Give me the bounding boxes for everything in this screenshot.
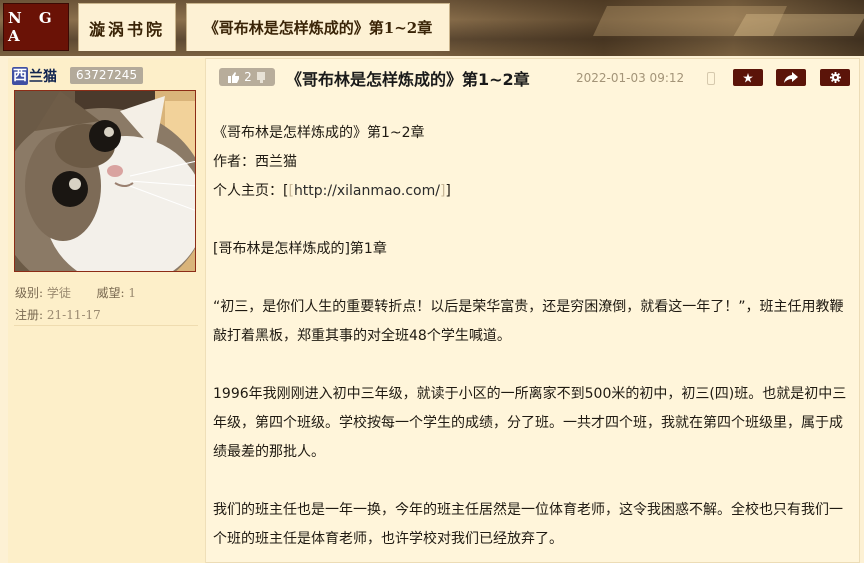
content-homepage-line: 个人主页：[[http://xilanmao.com/]] [213,183,451,199]
cat-avatar-image [15,91,195,271]
prestige-label: 威望: [96,286,125,300]
author-name[interactable]: 西 兰猫 [12,67,57,85]
prestige-value: 1 [128,286,137,300]
share-button[interactable] [776,69,806,86]
paragraph-3: 我们的班主任也是一年一换，今年的班主任居然是一位体育老师，这令我困惑不解。全校也… [213,502,843,547]
breadcrumb-forum[interactable]: 漩涡书院 [78,3,176,51]
nga-logo[interactable]: N G A [3,3,69,51]
like-count: 2 [244,70,252,84]
thumbs-up-icon[interactable] [228,71,240,83]
sidebar-divider [14,325,198,326]
breadcrumb-thread[interactable]: 《哥布林是怎样炼成的》第1~2章 [186,3,450,51]
thumbs-down-icon[interactable] [256,71,266,83]
registered-value: 21-11-17 [46,308,101,322]
vote-pill[interactable]: 2 [219,68,275,86]
author-uid-badge[interactable]: 63727245 [70,67,144,84]
registered-label: 注册: [15,308,44,322]
author-registered: 注册: 21-11-17 [15,306,101,323]
content-title-line: 《哥布林是怎样炼成的》第1~2章 [213,125,425,141]
settings-button[interactable] [820,69,850,86]
avatar[interactable] [14,90,196,272]
homepage-prefix: 个人主页：[ [213,183,289,199]
paragraph-2: 1996年我刚刚进入初中三年级，就读于小区的一所离家不到500米的初中，初三(四… [213,386,847,460]
gear-icon [829,72,841,83]
favorite-button[interactable] [733,69,763,86]
paragraph-1: “初三，是你们人生的重要转折点！以后是荣华富贵，还是穷困潦倒，就看这一年了！”，… [213,299,844,344]
content-author-line: 作者：西兰猫 [213,154,297,170]
star-icon [743,72,753,82]
homepage-suffix: ] [445,183,451,199]
level-value: 学徒 [46,286,71,300]
homepage-link[interactable]: http://xilanmao.com/ [294,183,440,199]
post-timestamp: 2022-01-03 09:12 [576,71,685,85]
mobile-icon [707,72,715,85]
post-title: 《哥布林是怎样炼成的》第1~2章 [286,70,530,89]
author-level-prestige: 级别: 学徒 威望: 1 [15,284,136,301]
author-name-rest: 兰猫 [29,69,57,85]
share-icon [784,72,798,83]
post-content: 《哥布林是怎样炼成的》第1~2章 作者：西兰猫 个人主页：[[http://xi… [213,119,855,554]
author-name-first-char: 西 [12,67,28,85]
chapter-heading: [哥布林是怎样炼成的]第1章 [213,241,387,257]
level-label: 级别: [15,286,44,300]
